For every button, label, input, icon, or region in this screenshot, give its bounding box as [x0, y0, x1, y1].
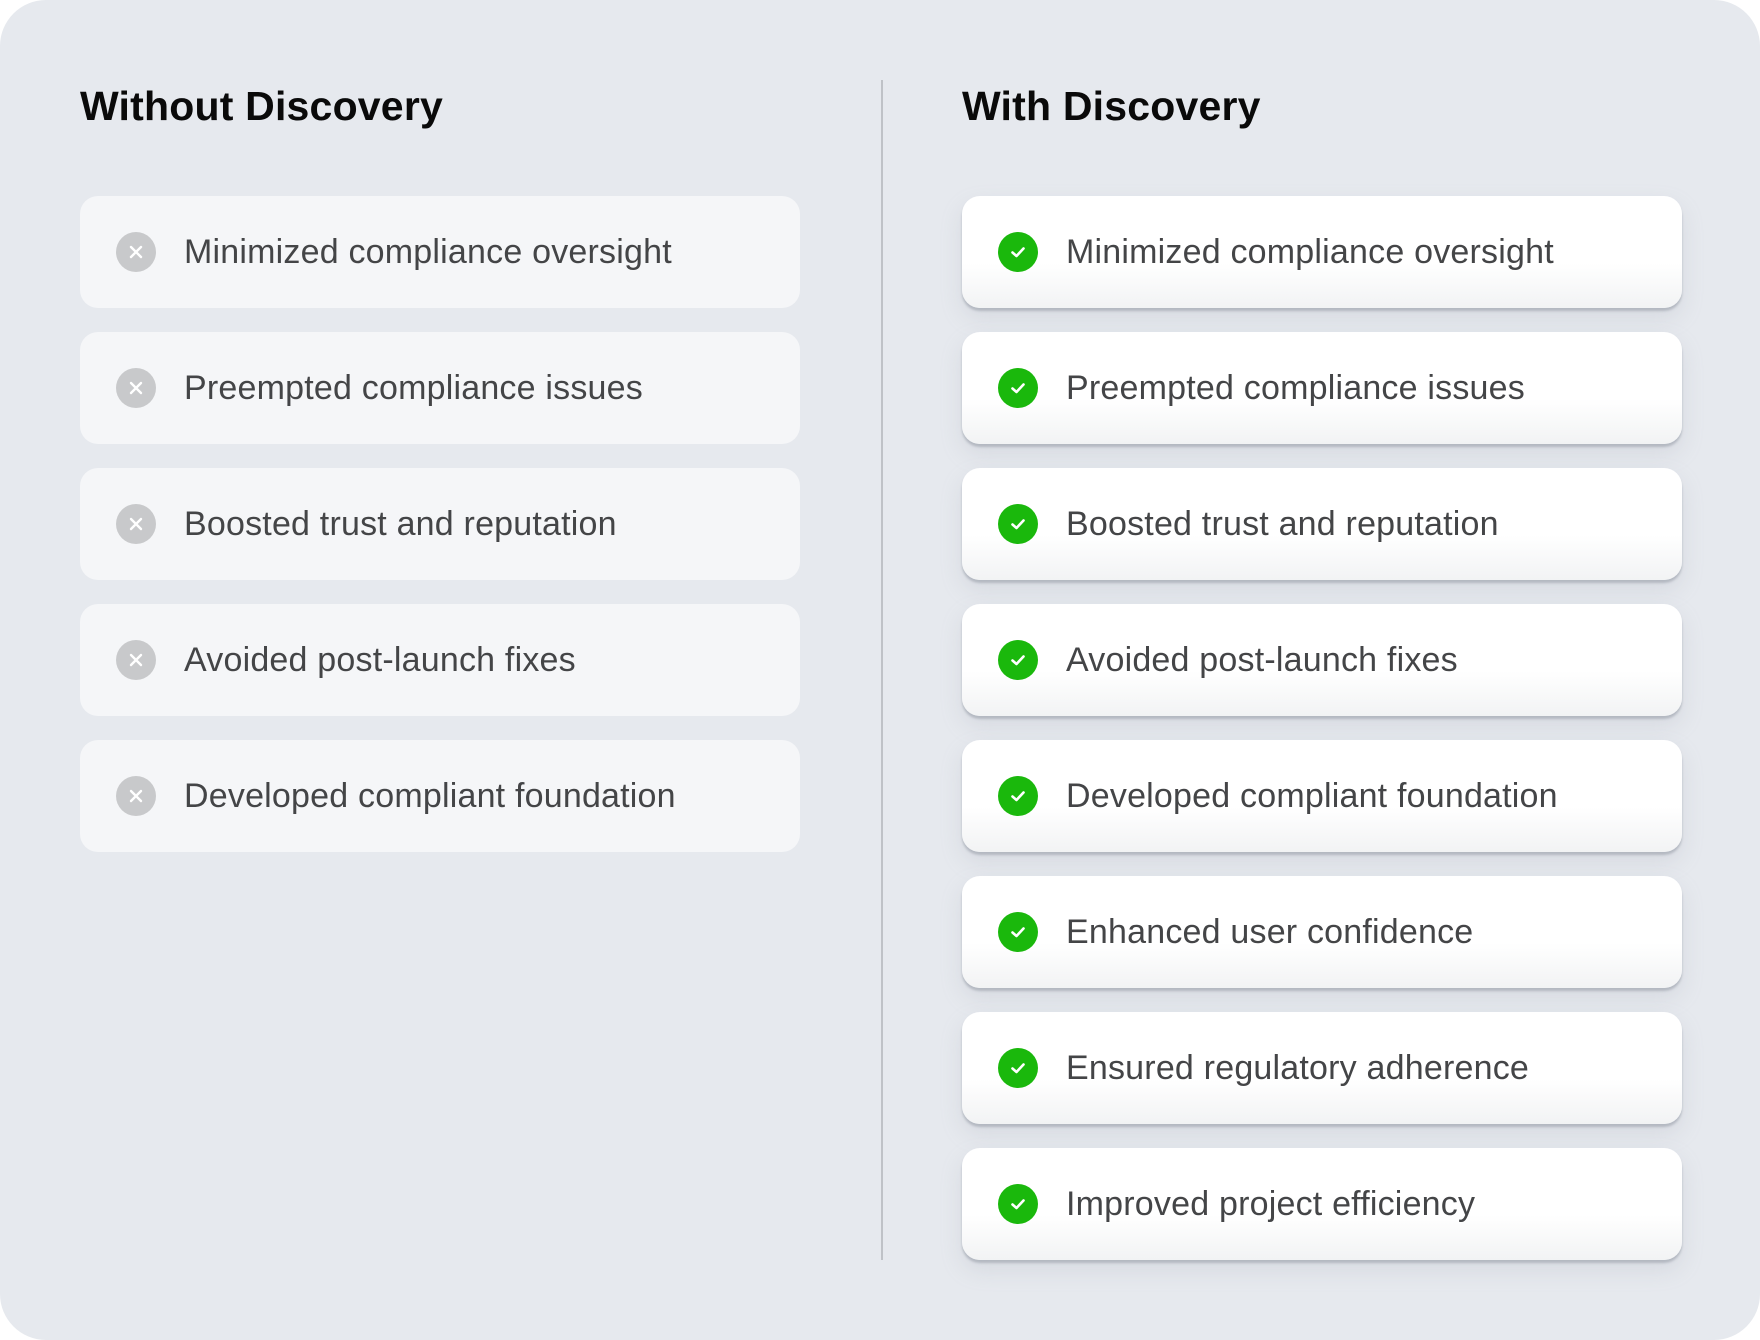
- check-circle-icon: [998, 504, 1038, 544]
- item-label: Boosted trust and reputation: [184, 504, 617, 543]
- item-label: Developed compliant foundation: [184, 776, 676, 815]
- without-discovery-heading: Without Discovery: [80, 83, 443, 129]
- item-label: Minimized compliance oversight: [1066, 232, 1554, 271]
- check-circle-icon: [998, 1048, 1038, 1088]
- with-discovery-list: Minimized compliance oversight Preempted…: [962, 196, 1682, 1284]
- without-discovery-list: Minimized compliance oversight Preempted…: [80, 196, 800, 876]
- item-label: Improved project efficiency: [1066, 1184, 1476, 1223]
- item-label: Ensured regulatory adherence: [1066, 1048, 1530, 1087]
- x-circle-icon: [116, 776, 156, 816]
- check-circle-icon: [998, 1184, 1038, 1224]
- list-item: Avoided post-launch fixes: [80, 604, 800, 716]
- check-circle-icon: [998, 368, 1038, 408]
- x-circle-icon: [116, 640, 156, 680]
- item-label: Enhanced user confidence: [1066, 912, 1474, 951]
- list-item: Avoided post-launch fixes: [962, 604, 1682, 716]
- list-item: Enhanced user confidence: [962, 876, 1682, 988]
- item-label: Preempted compliance issues: [184, 368, 643, 407]
- comparison-panel: Without Discovery With Discovery Minimiz…: [0, 0, 1760, 1340]
- item-label: Avoided post-launch fixes: [1066, 640, 1458, 679]
- item-label: Developed compliant foundation: [1066, 776, 1558, 815]
- check-circle-icon: [998, 640, 1038, 680]
- list-item: Developed compliant foundation: [962, 740, 1682, 852]
- item-label: Avoided post-launch fixes: [184, 640, 576, 679]
- list-item: Minimized compliance oversight: [80, 196, 800, 308]
- with-discovery-heading: With Discovery: [962, 83, 1261, 129]
- list-item: Minimized compliance oversight: [962, 196, 1682, 308]
- check-circle-icon: [998, 232, 1038, 272]
- item-label: Boosted trust and reputation: [1066, 504, 1499, 543]
- x-circle-icon: [116, 232, 156, 272]
- check-circle-icon: [998, 776, 1038, 816]
- item-label: Preempted compliance issues: [1066, 368, 1525, 407]
- list-item: Developed compliant foundation: [80, 740, 800, 852]
- check-circle-icon: [998, 912, 1038, 952]
- list-item: Preempted compliance issues: [962, 332, 1682, 444]
- list-item: Preempted compliance issues: [80, 332, 800, 444]
- list-item: Improved project efficiency: [962, 1148, 1682, 1260]
- list-item: Ensured regulatory adherence: [962, 1012, 1682, 1124]
- x-circle-icon: [116, 504, 156, 544]
- item-label: Minimized compliance oversight: [184, 232, 672, 271]
- x-circle-icon: [116, 368, 156, 408]
- list-item: Boosted trust and reputation: [80, 468, 800, 580]
- column-divider: [881, 80, 883, 1260]
- list-item: Boosted trust and reputation: [962, 468, 1682, 580]
